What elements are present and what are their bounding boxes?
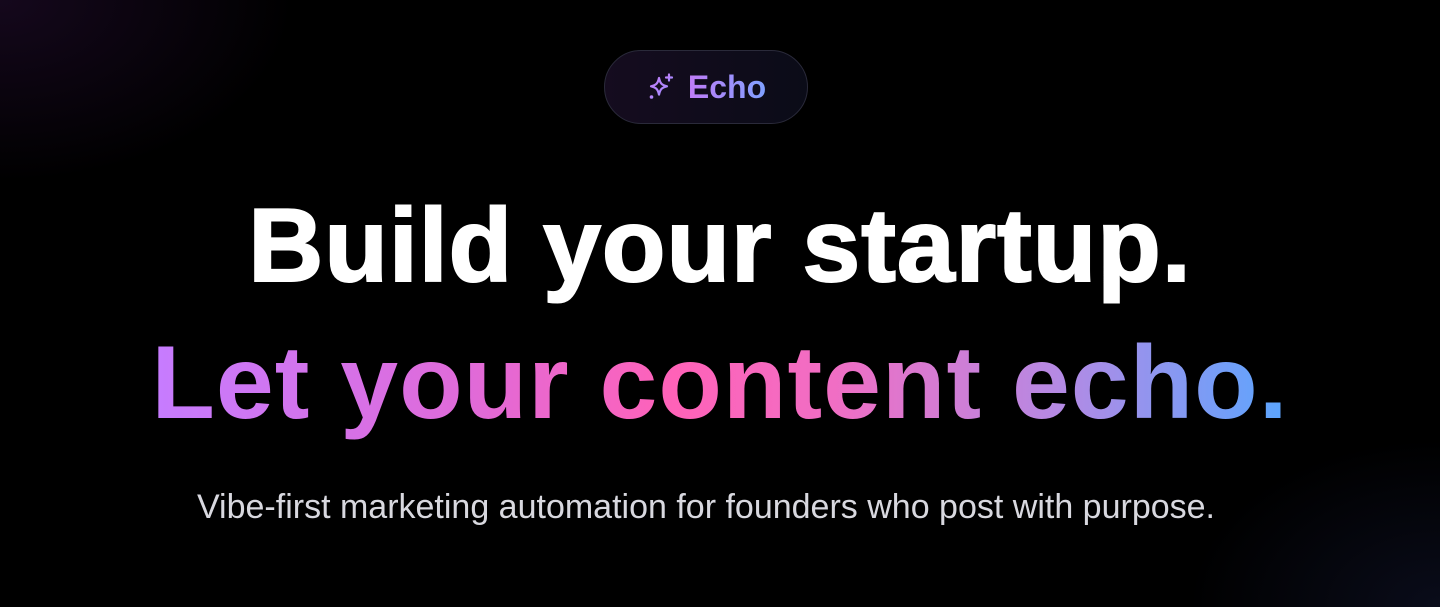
hero-section: Echo Build your startup. Let your conten… <box>0 0 1440 607</box>
echo-badge[interactable]: Echo <box>604 50 808 124</box>
sparkle-icon <box>646 72 676 102</box>
headline-gradient-text: Let your content echo. <box>151 325 1289 441</box>
headline-gradient-line: Let your content echo. <box>0 325 1440 441</box>
hero-subtitle: Vibe-first marketing automation for foun… <box>196 488 1215 526</box>
headline-primary: Build your startup. <box>247 187 1192 305</box>
badge-label: Echo <box>687 69 767 105</box>
